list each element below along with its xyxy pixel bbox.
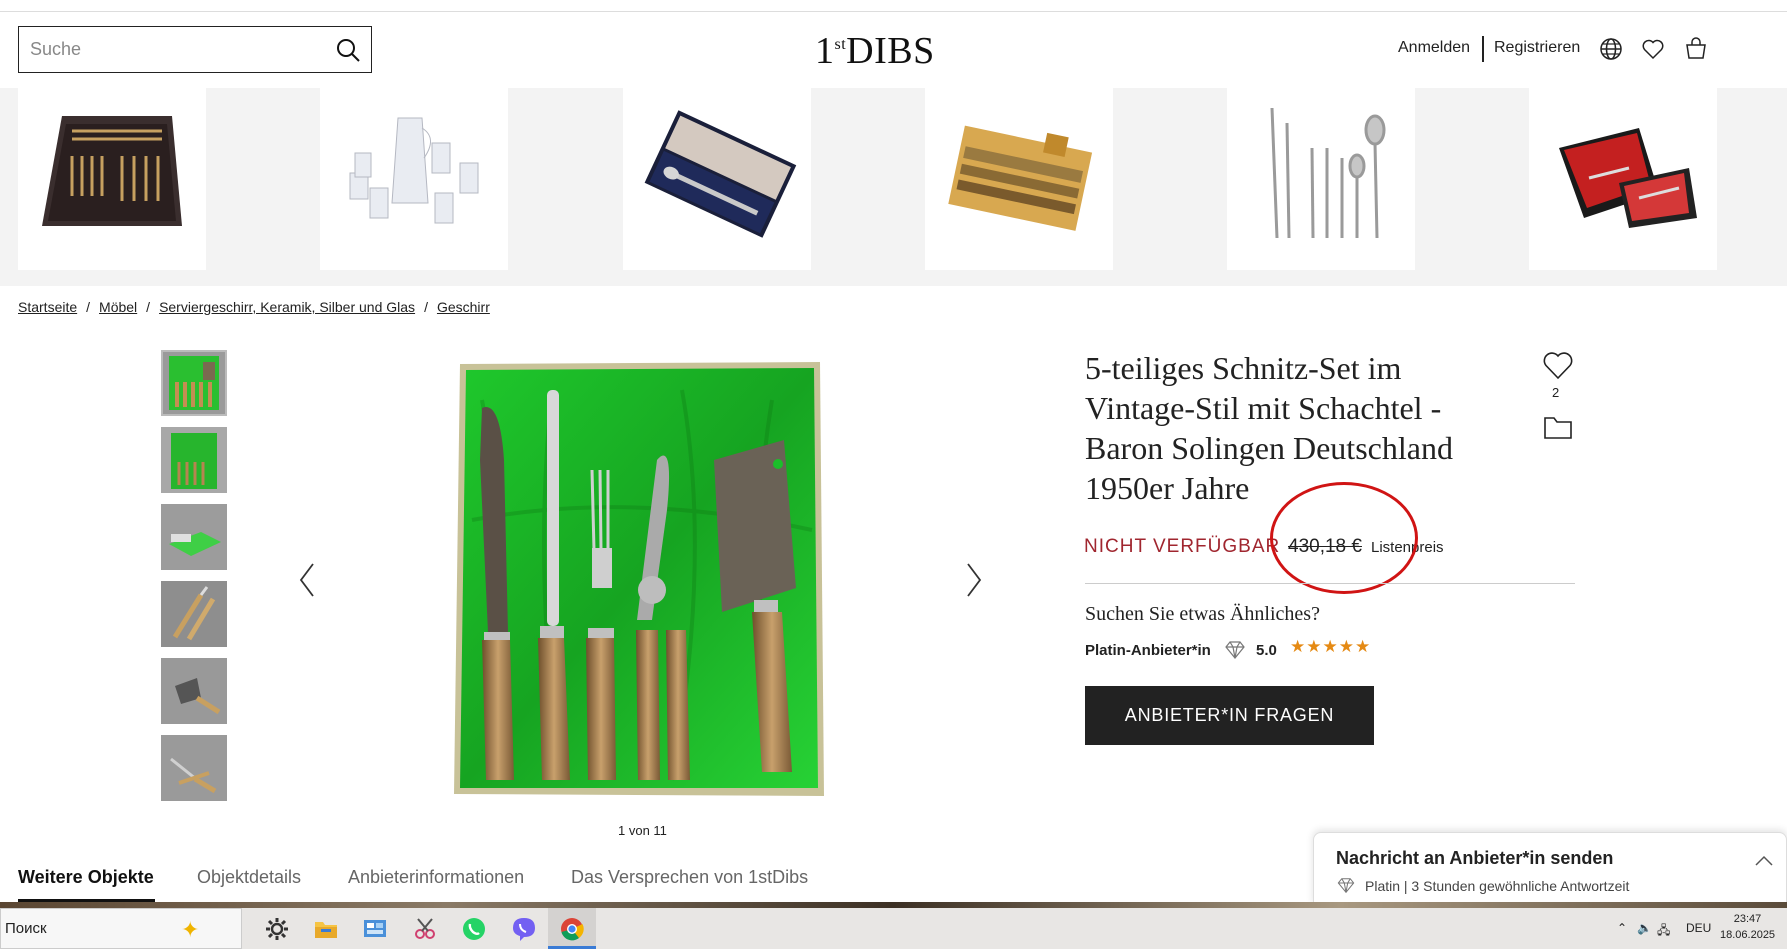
breadcrumb-home[interactable]: Startseite	[18, 299, 77, 315]
silverware-case-image	[644, 110, 797, 238]
viber-icon[interactable]	[511, 916, 537, 942]
settings-gear-icon[interactable]	[264, 916, 290, 942]
gallery-thumbnail[interactable]	[161, 735, 227, 801]
chrome-icon[interactable]	[559, 916, 585, 942]
product-main-image[interactable]	[452, 360, 826, 800]
site-logo[interactable]: 1stDIBS	[815, 29, 935, 73]
folder-icon[interactable]	[1543, 414, 1573, 440]
heart-icon[interactable]	[1641, 37, 1665, 61]
seller-tier: Platin-Anbieter*in	[1085, 642, 1211, 659]
carousel-item[interactable]	[320, 88, 508, 270]
breadcrumb: Startseite / Möbel / Serviergeschirr, Kerami…	[18, 299, 490, 315]
gallery-thumbnail[interactable]	[161, 504, 227, 570]
tray-chevron-icon[interactable]: ⌃	[1617, 921, 1627, 935]
search-icon[interactable]	[335, 37, 361, 63]
contact-seller-button[interactable]: ANBIETER*IN FRAGEN	[1085, 686, 1374, 745]
thumbnail-image	[169, 356, 219, 410]
wooden-knife-box-image	[948, 125, 1093, 231]
cutlery-case-image	[42, 116, 182, 226]
diamond-icon	[1337, 878, 1355, 894]
file-explorer-icon[interactable]	[313, 916, 339, 942]
divider	[1085, 583, 1575, 584]
control-panel-icon[interactable]	[362, 916, 388, 942]
gallery-next-arrow[interactable]	[964, 560, 984, 600]
breadcrumb-serveware[interactable]: Serviergeschirr, Keramik, Silber und Gla…	[159, 299, 415, 315]
breadcrumb-furniture[interactable]: Möbel	[99, 299, 137, 315]
whatsapp-icon[interactable]	[461, 916, 487, 942]
similar-items-prompt: Suchen Sie etwas Ähnliches?	[1085, 603, 1320, 625]
silver-cutlery-image	[1270, 107, 1386, 239]
taskbar-search[interactable]: Поиск ✦	[0, 908, 242, 949]
carousel-item[interactable]	[623, 88, 811, 270]
seller-rating: 5.0	[1256, 642, 1277, 659]
gallery-thumbnail[interactable]	[161, 427, 227, 493]
globe-icon[interactable]	[1599, 37, 1623, 61]
thumbnail-image	[161, 581, 227, 647]
thumbnail-image	[161, 735, 227, 801]
availability-status: NICHT VERFÜGBAR	[1084, 536, 1281, 557]
register-link[interactable]: Registrieren	[1494, 39, 1580, 57]
tab-more-items[interactable]: Weitere Objekte	[18, 867, 154, 888]
chat-subtitle: Platin | 3 Stunden gewöhnliche Antwortze…	[1365, 878, 1630, 894]
gallery-thumbnail[interactable]	[161, 658, 227, 724]
clock-date: 18.06.2025	[1720, 929, 1776, 941]
carousel-item[interactable]	[18, 88, 206, 270]
diamond-icon	[1225, 641, 1245, 659]
ceramic-pitcher-set-image	[349, 117, 479, 224]
annotation-circle	[1270, 482, 1418, 594]
message-seller-panel[interactable]: Nachricht an Anbieter*in senden Platin |…	[1313, 832, 1787, 905]
favorites-count: 2	[1552, 385, 1560, 400]
image-counter: 1 von 11	[618, 823, 667, 838]
search-input[interactable]	[19, 27, 319, 71]
taskbar-search-label: Поиск	[5, 920, 47, 937]
tab-item-details[interactable]: Objektdetails	[197, 867, 301, 888]
language-indicator[interactable]: DEU	[1686, 921, 1711, 935]
tab-seller-info[interactable]: Anbieterinformationen	[348, 867, 524, 888]
tab-1stdibs-promise[interactable]: Das Versprechen von 1stDibs	[571, 867, 808, 888]
system-clock[interactable]: 23:47 18.06.2025	[1720, 911, 1775, 943]
chat-title: Nachricht an Anbieter*in senden	[1336, 848, 1614, 868]
thumbnail-image	[161, 658, 227, 724]
carousel-item[interactable]	[925, 88, 1113, 270]
rating-stars: ★★★★★	[1290, 637, 1372, 656]
product-title: 5-teiliges Schnitz-Set im Vintage-Stil m…	[1085, 350, 1453, 506]
gallery-prev-arrow[interactable]	[297, 560, 317, 600]
thumbnail-image	[161, 504, 227, 570]
search-box	[18, 26, 372, 73]
volume-icon[interactable]: 🔈	[1637, 921, 1652, 935]
taskbar: Поиск ✦ ⌃ 🔈 🖧 DEU 23:47 18.06.2025	[0, 908, 1787, 949]
chevron-up-icon[interactable]	[1754, 855, 1774, 867]
gallery-thumbnail[interactable]	[161, 581, 227, 647]
breadcrumb-separator: /	[146, 299, 151, 315]
site-header: 1stDIBS Anmelden Registrieren	[0, 12, 1787, 88]
breadcrumb-separator: /	[424, 299, 428, 315]
gallery-thumbnail[interactable]	[161, 350, 227, 416]
thumbnail-image	[161, 427, 227, 493]
shopping-bag-icon[interactable]	[1684, 37, 1708, 61]
breadcrumb-dinnerware[interactable]: Geschirr	[437, 299, 490, 315]
clock-time: 23:47	[1733, 913, 1762, 925]
sparkle-icon: ✦	[181, 917, 200, 942]
snipping-tool-icon[interactable]	[412, 916, 438, 942]
red-box-cutlery-image	[1559, 128, 1697, 228]
breadcrumb-separator: /	[86, 299, 91, 315]
carousel-item[interactable]	[1529, 88, 1717, 270]
network-icon[interactable]: 🖧	[1657, 921, 1670, 942]
nav-divider	[1482, 36, 1484, 62]
signin-link[interactable]: Anmelden	[1398, 39, 1470, 57]
carousel-item[interactable]	[1227, 88, 1415, 270]
related-items-carousel	[0, 88, 1787, 286]
favorite-heart-icon[interactable]	[1542, 350, 1574, 380]
